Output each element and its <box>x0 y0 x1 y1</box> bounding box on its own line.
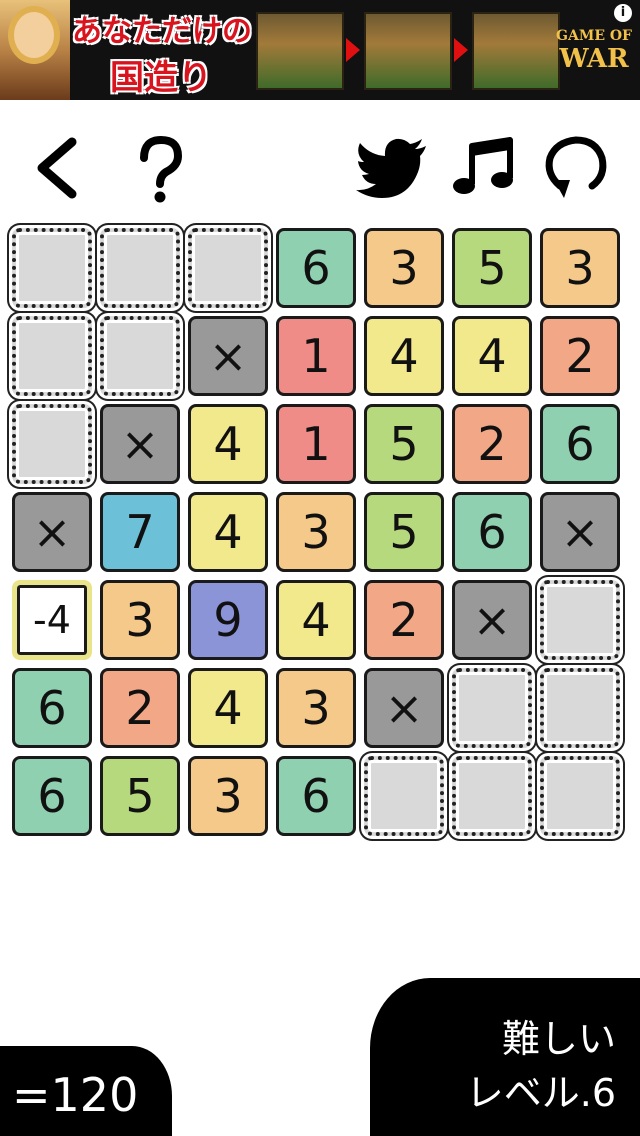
ad-scene-3 <box>472 12 560 90</box>
number-cell[interactable]: 4 <box>188 404 268 484</box>
crossed-cell[interactable]: × <box>188 316 268 396</box>
help-button[interactable] <box>120 128 200 208</box>
ad-scene-2 <box>364 12 452 90</box>
number-cell[interactable]: 6 <box>452 492 532 572</box>
number-cell[interactable]: 2 <box>540 316 620 396</box>
empty-cell[interactable] <box>12 228 92 308</box>
number-cell[interactable]: 1 <box>276 316 356 396</box>
crossed-cell[interactable]: × <box>364 668 444 748</box>
selected-cell[interactable]: -4 <box>12 580 92 660</box>
number-cell[interactable]: 6 <box>540 404 620 484</box>
ad-scene-1 <box>256 12 344 90</box>
crossed-cell[interactable]: × <box>452 580 532 660</box>
empty-cell[interactable] <box>540 668 620 748</box>
crossed-cell[interactable]: × <box>100 404 180 484</box>
ad-headline: あなただけの <box>72 14 252 49</box>
number-cell[interactable]: 3 <box>364 228 444 308</box>
empty-cell[interactable] <box>12 404 92 484</box>
number-cell[interactable]: 4 <box>188 668 268 748</box>
chevron-left-icon <box>37 137 77 199</box>
empty-cell[interactable] <box>364 756 444 836</box>
empty-cell[interactable] <box>12 316 92 396</box>
number-cell[interactable]: 3 <box>188 756 268 836</box>
number-cell[interactable]: 3 <box>540 228 620 308</box>
difficulty-label: 難しい レベル.6 <box>466 1012 616 1120</box>
crossed-cell[interactable]: × <box>540 492 620 572</box>
number-cell[interactable]: 2 <box>364 580 444 660</box>
number-cell[interactable]: 4 <box>364 316 444 396</box>
crossed-cell[interactable]: × <box>12 492 92 572</box>
number-cell[interactable]: 7 <box>100 492 180 572</box>
back-button[interactable] <box>20 128 100 208</box>
empty-cell[interactable] <box>540 756 620 836</box>
music-note-icon <box>453 137 513 194</box>
number-cell[interactable]: 5 <box>452 228 532 308</box>
number-cell[interactable]: 5 <box>100 756 180 836</box>
empty-cell[interactable] <box>540 580 620 660</box>
question-mark-icon <box>140 135 183 203</box>
number-cell[interactable]: 3 <box>276 668 356 748</box>
empty-cell[interactable] <box>188 228 268 308</box>
level-text: レベル.6 <box>465 1071 616 1115</box>
number-cell[interactable]: 6 <box>12 668 92 748</box>
number-cell[interactable]: 3 <box>100 580 180 660</box>
ad-game-logo: GAME OF WAR <box>556 28 632 74</box>
number-cell[interactable]: 5 <box>364 492 444 572</box>
sound-button[interactable] <box>444 128 524 208</box>
score-value: =120 <box>12 1068 139 1122</box>
number-cell[interactable]: 5 <box>364 404 444 484</box>
empty-cell[interactable] <box>100 228 180 308</box>
number-cell[interactable]: 1 <box>276 404 356 484</box>
number-cell[interactable]: 4 <box>188 492 268 572</box>
twitter-bird-icon <box>356 138 426 198</box>
number-cell[interactable]: 3 <box>276 492 356 572</box>
ad-info-icon[interactable]: i <box>614 4 632 22</box>
number-cell[interactable]: 6 <box>12 756 92 836</box>
number-cell[interactable]: 9 <box>188 580 268 660</box>
difficulty-text: 難しい <box>501 1017 616 1061</box>
empty-cell[interactable] <box>452 756 532 836</box>
ad-arrow-icon <box>346 38 360 62</box>
twitter-share-button[interactable] <box>352 128 432 208</box>
number-cell[interactable]: 6 <box>276 756 356 836</box>
number-cell[interactable]: 2 <box>452 404 532 484</box>
number-cell[interactable]: 4 <box>276 580 356 660</box>
puzzle-grid: 6 3 5 3 × 1 4 4 2 × 4 1 5 2 6 × 7 4 3 5 6 × -4 3 9 4 2 × 6 2 4 3 × 6 5 3 6 <box>12 228 628 844</box>
ad-arrow-icon <box>454 38 468 62</box>
ad-character-image <box>0 0 70 100</box>
number-cell[interactable]: 4 <box>452 316 532 396</box>
number-cell[interactable]: 6 <box>276 228 356 308</box>
number-cell[interactable]: 2 <box>100 668 180 748</box>
refresh-icon <box>545 136 607 198</box>
empty-cell[interactable] <box>100 316 180 396</box>
restart-button[interactable] <box>536 128 616 208</box>
ad-banner[interactable]: あなただけの 国造り GAME OF WAR i <box>0 0 640 100</box>
ad-subheadline: 国造り <box>110 58 212 98</box>
empty-cell[interactable] <box>452 668 532 748</box>
